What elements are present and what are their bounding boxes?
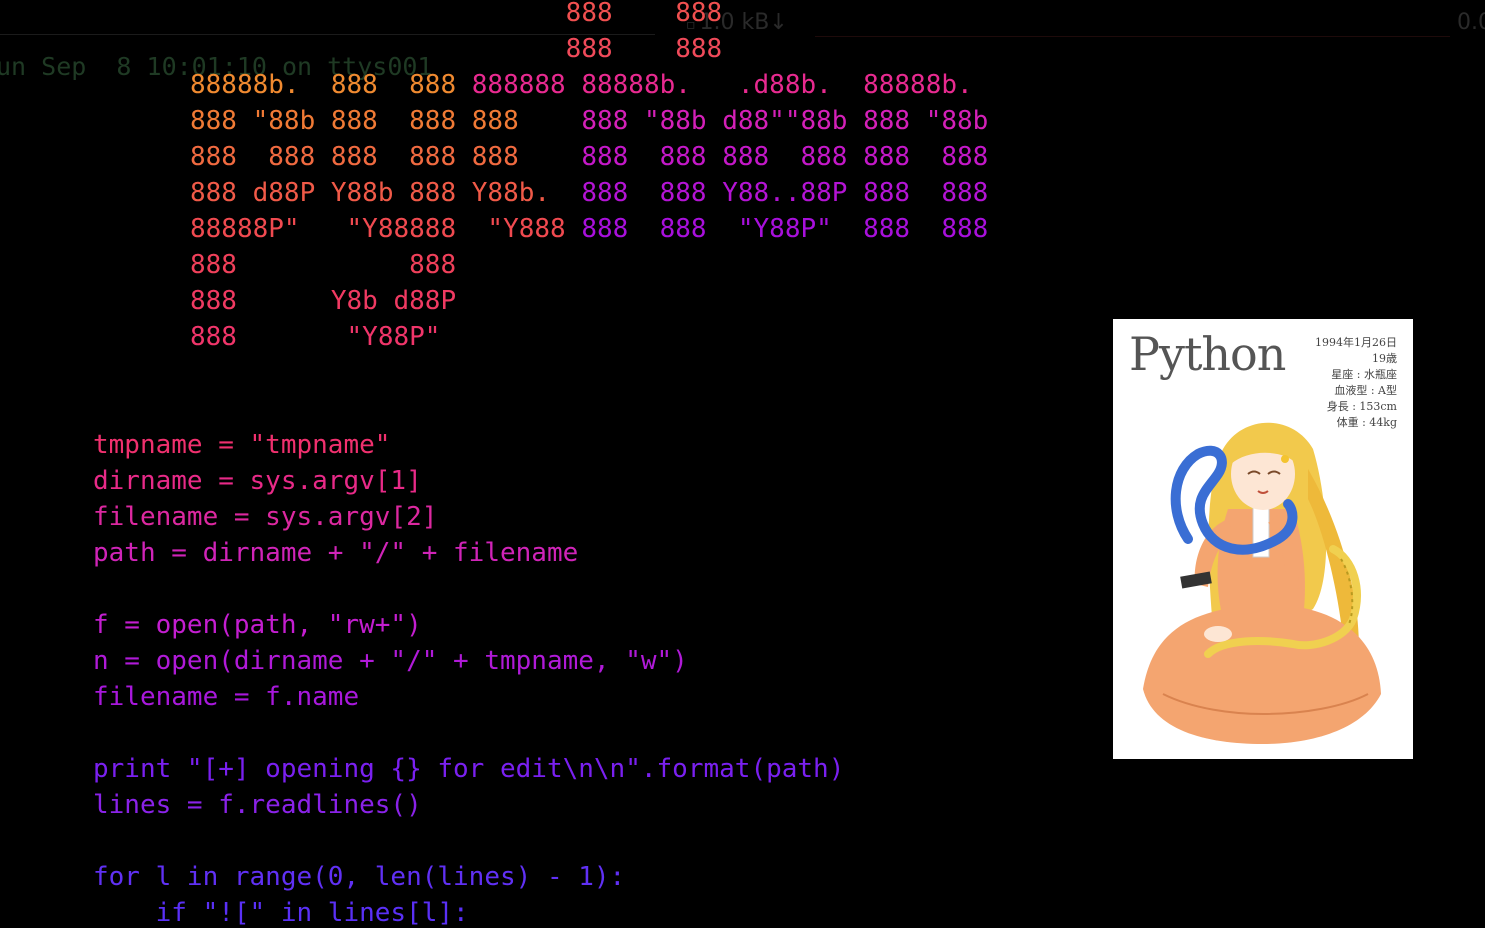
poster-info-line: 19歳 [1372, 352, 1397, 365]
code-line: filename = sys.argv[2] [93, 502, 438, 532]
ascii-banner-segment: 888 "Y88P" [190, 322, 441, 352]
code-line: filename = f.name [93, 682, 360, 712]
code-line: n = open(dirname + "/" + tmpname, "w") [93, 646, 688, 676]
code-line: f = open(path, "rw+") [93, 610, 422, 640]
ascii-banner-segment: 888 d88P Y88b 888 Y88b. [190, 178, 582, 208]
ascii-banner-segment: 888 888 "Y88P" 888 888 [581, 214, 989, 244]
ascii-banner-segment: 88888b. 888 888 [190, 70, 472, 100]
code-line: print "[+] opening {} for edit\n\n".form… [93, 754, 845, 784]
terminal-window[interactable]: ▫1.0 kB↓ 0.0 un Sep 8 10:01:10 on ttys00… [0, 0, 1485, 928]
code-block[interactable]: tmpname = "tmpname" dirname = sys.argv[1]… [93, 427, 844, 928]
ascii-banner-segment: 888 888 Y88..88P 888 888 [581, 178, 989, 208]
code-line: path = dirname + "/" + filename [93, 538, 579, 568]
ascii-banner-segment: 888 888 [190, 34, 723, 64]
ascii-banner-segment: 888 "88b d88""88b 888 "88b [581, 106, 989, 136]
ascii-banner-segment: 888 888 [190, 250, 457, 280]
code-line: if "![" in lines[l]: [93, 898, 469, 928]
ascii-banner-row: 888 d88P Y88b 888 Y88b. 888 888 Y88..88P… [190, 175, 988, 211]
ascii-banner-segment: 888888 88888b. .d88b. 88888b. [471, 70, 973, 100]
ascii-banner-segment: 888 Y8b d88P [190, 286, 457, 316]
ascii-banner-row: 888 888 888 888 888 888 888 888 888 888 … [190, 139, 988, 175]
ascii-banner-row: 88888b. 888 888 888888 88888b. .d88b. 88… [190, 67, 988, 103]
ascii-banner-segment: 888 "88b 888 888 888 [190, 106, 582, 136]
ascii-banner-segment: 888 888 888 888 888 [190, 142, 582, 172]
ascii-banner-row: 888 888 [190, 31, 988, 67]
ascii-banner-row: 88888P" "Y88888 "Y888 888 888 "Y88P" 888… [190, 211, 988, 247]
python-poster-image: Python 1994年1月26日 19歳 星座 : 水瓶座 血液型 : A型 身長 :… [1113, 319, 1413, 759]
ascii-banner-row: 888 "88b 888 888 888 888 "88b d88""88b 8… [190, 103, 988, 139]
ascii-banner-segment: 88888P" "Y88888 "Y888 [190, 214, 582, 244]
ascii-banner-row: 888 888 [190, 247, 988, 283]
poster-info-line: 1994年1月26日 [1315, 336, 1397, 349]
code-line: tmpname = "tmpname" [93, 430, 391, 460]
poster-title: Python [1129, 327, 1286, 381]
poster-info-line: 星座 : 水瓶座 [1331, 368, 1397, 381]
ascii-banner-row: 888 888 [190, 0, 988, 31]
ascii-banner: 888 888 888 888 88888b. 888 888 888888 88… [190, 0, 988, 355]
ascii-banner-segment: 888 888 [190, 0, 723, 28]
ascii-banner-segment: 888 888 888 888 888 888 [581, 142, 989, 172]
poster-info-line: 血液型 : A型 [1334, 384, 1397, 397]
python-girl-illustration [1143, 422, 1381, 744]
code-line: lines = f.readlines() [93, 790, 422, 820]
code-line: dirname = sys.argv[1] [93, 466, 422, 496]
network-right-value: 0.0 [1457, 10, 1485, 35]
ascii-banner-row: 888 Y8b d88P [190, 283, 988, 319]
ascii-banner-row: 888 "Y88P" [190, 319, 988, 355]
code-line: for l in range(0, len(lines) - 1): [93, 862, 626, 892]
